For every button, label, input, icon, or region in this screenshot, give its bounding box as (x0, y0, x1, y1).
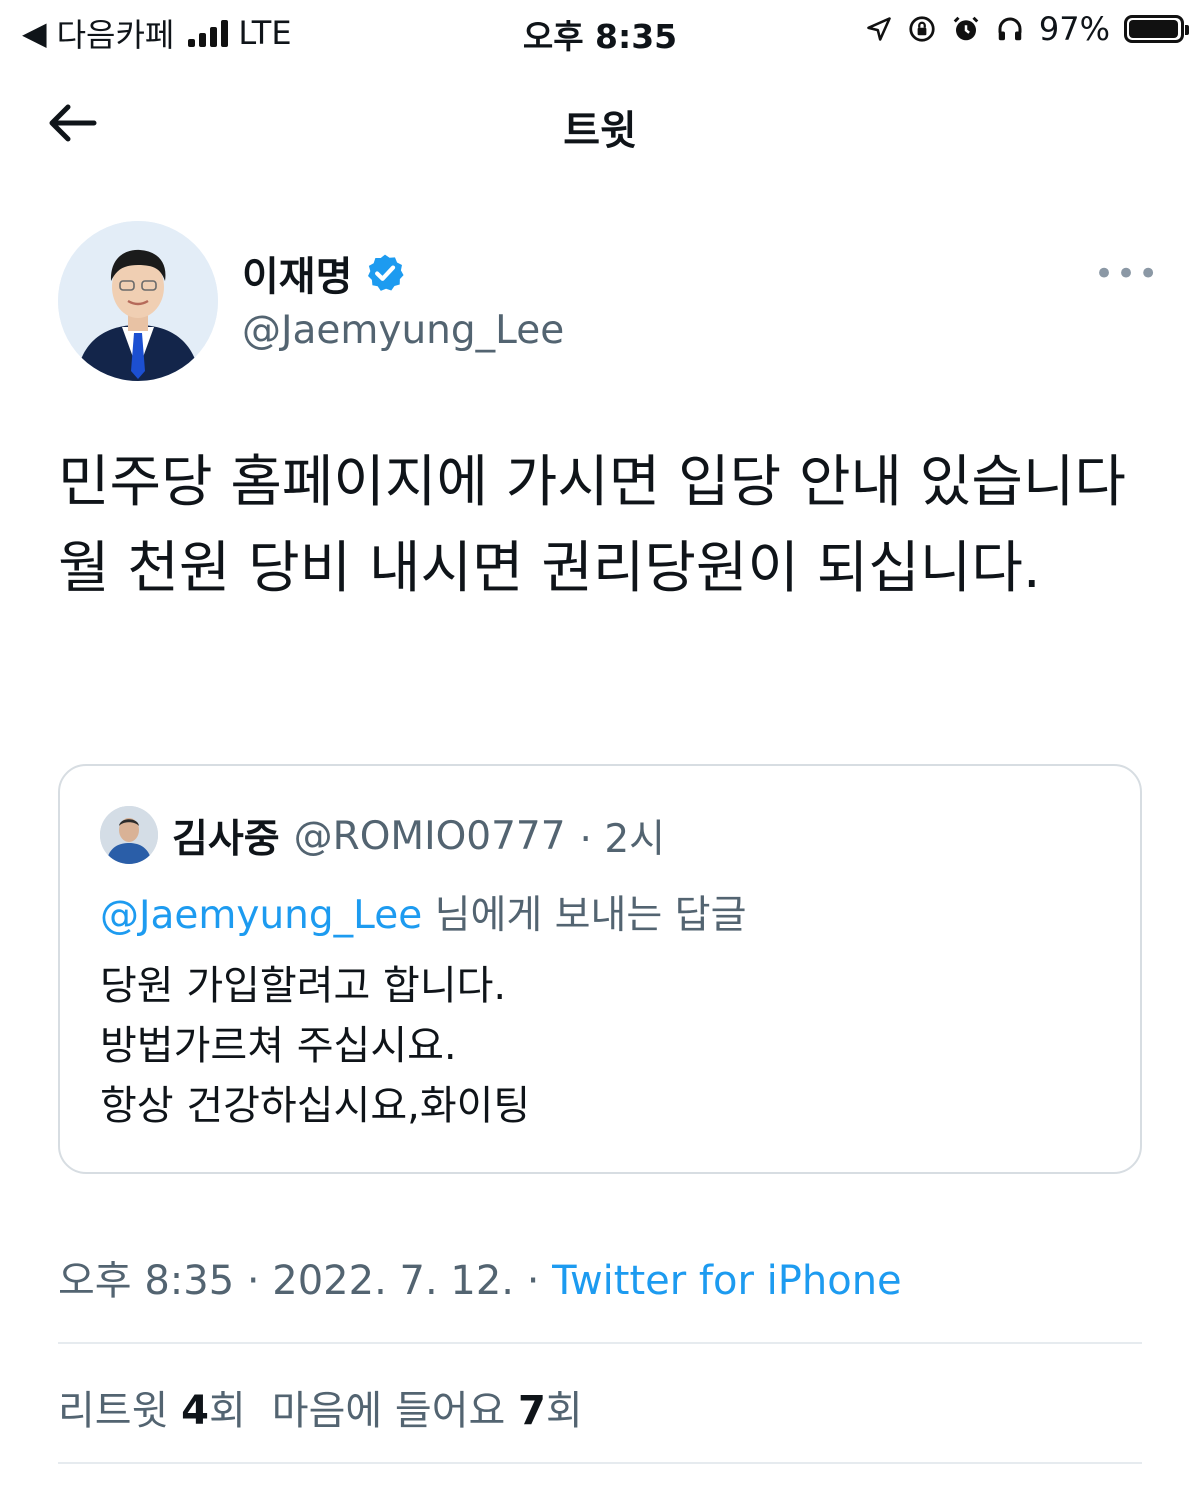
author-name-row[interactable]: 이재명 (242, 244, 406, 302)
status-right: 97% (865, 10, 1189, 48)
retweets-stat[interactable]: 리트윗 4회 (58, 1378, 246, 1436)
likes-label: 마음에 들어요 (271, 1388, 506, 1434)
tweet-timestamp[interactable]: 오후 8:35 · 2022. 7. 12. · (58, 1258, 539, 1304)
location-icon (867, 17, 891, 41)
battery-percent: 97% (1038, 10, 1110, 48)
retweets-count: 4 (181, 1388, 209, 1434)
reply-context: @Jaemyung_Lee 님에게 보내는 답글 (100, 884, 746, 940)
likes-unit: 회 (545, 1388, 583, 1434)
quoted-time: · 2시 (579, 817, 666, 862)
tweet-source-link[interactable]: Twitter for iPhone (552, 1258, 902, 1304)
orientation-lock-icon (909, 16, 935, 42)
battery-fill (1129, 20, 1178, 38)
author-handle[interactable]: @Jaemyung_Lee (242, 308, 564, 353)
avatar-portrait-icon (58, 221, 218, 381)
tweet-stats: 리트윗 4회 마음에 들어요 7회 (58, 1378, 583, 1436)
battery-icon (1124, 15, 1189, 43)
likes-stat[interactable]: 마음에 들어요 7회 (272, 1378, 583, 1436)
tweet-line: 월 천원 당비 내시면 권리당원이 되십니다. (58, 536, 1041, 601)
reply-mention-link[interactable]: @Jaemyung_Lee (100, 893, 422, 938)
author-name[interactable]: 이재명 (242, 244, 352, 302)
quoted-header: 김사중 @ROMIO0777 · 2시 (172, 808, 665, 864)
headphones-icon (998, 17, 1022, 41)
quoted-line: 방법가르쳐 주십시요. (100, 1023, 457, 1069)
more-options-icon[interactable]: ••• (1094, 254, 1160, 294)
quoted-tweet-card[interactable]: 김사중 @ROMIO0777 · 2시 @Jaemyung_Lee 님에게 보내… (58, 764, 1142, 1174)
reply-suffix: 님에게 보내는 답글 (434, 893, 747, 938)
retweets-label: 리트윗 (58, 1388, 169, 1434)
likes-count: 7 (518, 1388, 546, 1434)
verified-badge-icon (368, 254, 404, 291)
tweet-text: 민주당 홈페이지에 가시면 입당 안내 있습니다 월 천원 당비 내시면 권리당… (58, 440, 1168, 612)
quoted-line: 당원 가입할려고 합니다. (100, 963, 507, 1009)
quoted-line: 항상 건강하십시요,화이팅 (100, 1083, 531, 1129)
divider (58, 1342, 1142, 1344)
status-bar: ◀ 다음카페 LTE 오후 8:35 97% (0, 0, 1200, 62)
top-nav: 트윗 (0, 80, 1200, 166)
quoted-tweet-text: 당원 가입할려고 합니다. 방법가르쳐 주십시요. 항상 건강하십시요,화이팅 (100, 956, 530, 1136)
author-avatar[interactable] (58, 221, 218, 381)
quoted-author-handle[interactable]: @ROMIO0777 (294, 814, 566, 859)
page-title: 트윗 (563, 108, 637, 154)
divider (58, 1462, 1142, 1464)
quoted-avatar-portrait-icon (100, 806, 158, 864)
tweet-meta: 오후 8:35 · 2022. 7. 12. · Twitter for iPh… (58, 1248, 902, 1306)
tweet-line: 민주당 홈페이지에 가시면 입당 안내 있습니다 (58, 450, 1126, 515)
retweets-unit: 회 (208, 1388, 246, 1434)
quoted-author-avatar[interactable] (100, 806, 158, 864)
alarm-icon (953, 16, 979, 41)
quoted-author-name[interactable]: 김사중 (172, 808, 280, 864)
